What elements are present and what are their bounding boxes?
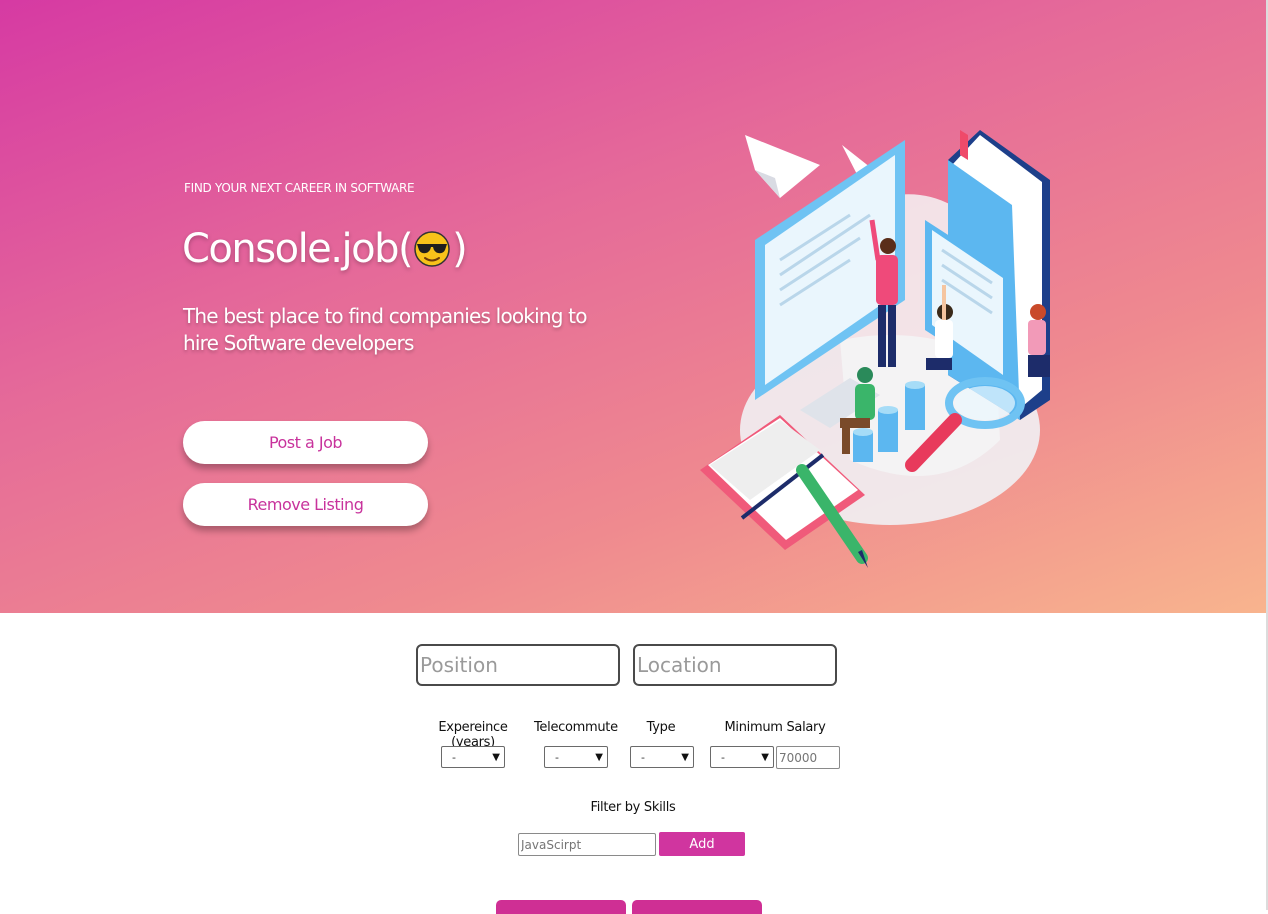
- add-skill-button[interactable]: Add: [659, 832, 745, 856]
- minimum-salary-label: Minimum Salary: [724, 720, 826, 735]
- location-input[interactable]: [633, 644, 837, 686]
- brand-title-prefix: Console.job(: [182, 226, 414, 272]
- chevron-down-icon: ▼: [761, 751, 769, 763]
- people-working-illustration: [700, 130, 1050, 568]
- brand-title-suffix: ): [452, 226, 468, 272]
- sunglasses-emoji-icon: [414, 231, 450, 267]
- chevron-down-icon: ▼: [492, 751, 500, 763]
- telecommute-label: Telecommute: [534, 720, 618, 735]
- clear-button[interactable]: [632, 900, 762, 914]
- type-select[interactable]: - ▼: [630, 746, 694, 768]
- skill-input[interactable]: [518, 833, 656, 856]
- search-button[interactable]: [496, 900, 626, 914]
- type-select-value: -: [641, 750, 645, 764]
- hero-banner: FIND YOUR NEXT CAREER IN SOFTWARE Consol…: [0, 0, 1266, 613]
- chevron-down-icon: ▼: [595, 751, 603, 763]
- position-input[interactable]: [416, 644, 620, 686]
- salary-input[interactable]: [776, 746, 840, 769]
- hero-eyebrow: FIND YOUR NEXT CAREER IN SOFTWARE: [184, 181, 415, 195]
- post-job-button[interactable]: Post a Job: [183, 421, 428, 464]
- telecommute-select[interactable]: - ▼: [544, 746, 608, 768]
- hero-tagline: The best place to find companies looking…: [183, 304, 587, 355]
- skills-filter-label: Filter by Skills: [590, 800, 676, 815]
- brand-title: Console.job( ): [182, 226, 468, 272]
- salary-select-value: -: [721, 750, 725, 764]
- telecommute-select-value: -: [555, 750, 559, 764]
- experience-select-value: -: [452, 750, 456, 764]
- experience-select[interactable]: - ▼: [441, 746, 505, 768]
- salary-select[interactable]: - ▼: [710, 746, 774, 768]
- remove-listing-button[interactable]: Remove Listing: [183, 483, 428, 526]
- chevron-down-icon: ▼: [681, 751, 689, 763]
- type-label: Type: [646, 720, 676, 735]
